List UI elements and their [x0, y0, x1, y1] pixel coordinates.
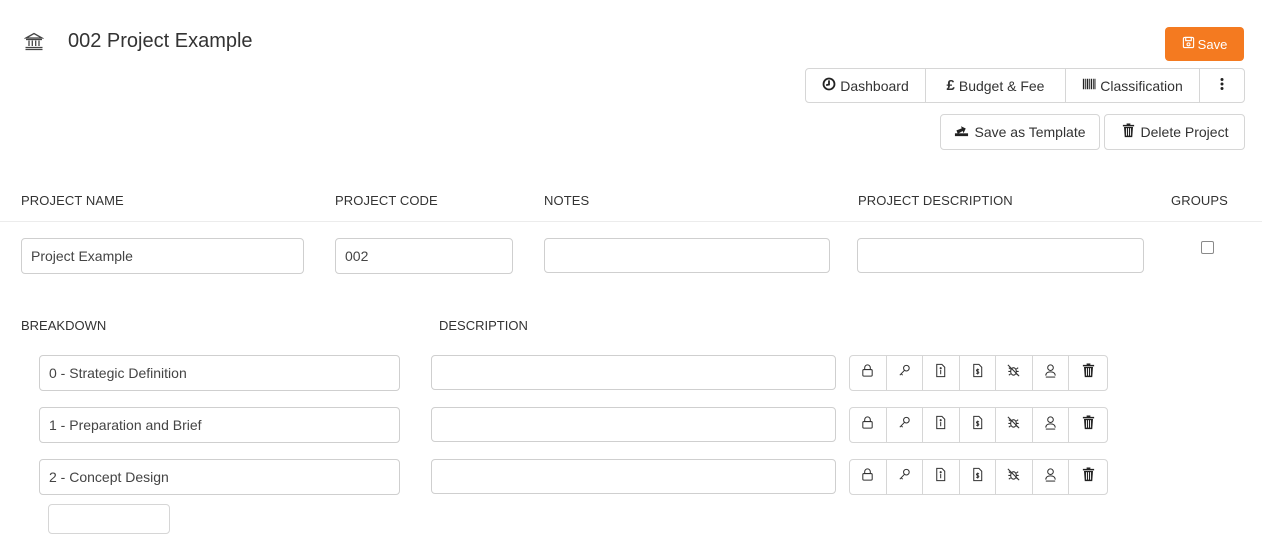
delete-project-button[interactable]: Delete Project	[1104, 114, 1245, 150]
lock-button[interactable]	[850, 356, 887, 390]
project-nav-toolbar: Dashboard £ Budget & Fee Classification	[805, 68, 1245, 103]
classification-label: Classification	[1100, 77, 1183, 94]
floppy-disk-icon	[1182, 36, 1195, 52]
breakdown-actions	[849, 355, 1108, 391]
template-export-icon	[954, 123, 969, 141]
assign-user-button[interactable]	[1033, 408, 1069, 442]
project-code-input[interactable]: 002	[335, 238, 513, 274]
user-icon	[1043, 415, 1058, 435]
disable-stage-button[interactable]	[996, 408, 1033, 442]
bug-off-icon	[1006, 467, 1021, 487]
key-icon	[897, 363, 912, 383]
breakdown-actions	[849, 459, 1108, 495]
breakdown-description-input[interactable]	[431, 407, 836, 442]
save-button-label: Save	[1197, 36, 1228, 52]
notes-header: NOTES	[544, 193, 590, 208]
key-icon	[897, 467, 912, 487]
add-stage-button[interactable]	[48, 504, 170, 534]
delete-project-label: Delete Project	[1140, 124, 1229, 140]
page-title: 002 Project Example	[68, 30, 253, 52]
stage-info-button[interactable]	[923, 460, 960, 494]
groups-header: GROUPS	[1171, 193, 1228, 208]
stage-info-button[interactable]	[923, 356, 960, 390]
file-currency-icon	[970, 363, 985, 383]
file-currency-icon	[970, 415, 985, 435]
permissions-button[interactable]	[887, 460, 923, 494]
project-description-header: PROJECT DESCRIPTION	[858, 193, 1013, 208]
more-options-button[interactable]	[1200, 69, 1244, 102]
key-icon	[897, 415, 912, 435]
stage-fees-button[interactable]	[960, 356, 996, 390]
breakdown-name-input[interactable]: 1 - Preparation and Brief	[39, 407, 400, 443]
dashboard-button[interactable]: Dashboard	[806, 69, 926, 102]
stage-fees-button[interactable]	[960, 460, 996, 494]
more-vertical-icon	[1215, 77, 1229, 94]
budget-fee-label: Budget & Fee	[958, 77, 1045, 94]
save-as-template-button[interactable]: Save as Template	[940, 114, 1100, 150]
project-name-input[interactable]: Project Example	[21, 238, 304, 274]
groups-checkbox[interactable]	[1201, 241, 1214, 254]
header-divider	[0, 221, 1262, 222]
notes-input[interactable]	[544, 238, 830, 273]
budget-fee-button[interactable]: £ Budget & Fee	[926, 69, 1066, 102]
breakdown-actions	[849, 407, 1108, 443]
project-description-input[interactable]	[857, 238, 1144, 273]
delete-stage-button[interactable]	[1069, 460, 1107, 494]
breakdown-description-input[interactable]	[431, 355, 836, 390]
lock-icon	[860, 415, 875, 435]
delete-stage-button[interactable]	[1069, 356, 1107, 390]
permissions-button[interactable]	[887, 408, 923, 442]
clock-gauge-icon	[822, 77, 836, 94]
project-name-header: PROJECT NAME	[21, 193, 124, 208]
lock-button[interactable]	[850, 408, 887, 442]
trash-icon	[1121, 123, 1136, 141]
trash-icon	[1081, 467, 1096, 487]
stage-fees-button[interactable]	[960, 408, 996, 442]
breakdown-name-input[interactable]: 2 - Concept Design	[39, 459, 400, 495]
lock-icon	[860, 467, 875, 487]
file-currency-icon	[970, 467, 985, 487]
trash-icon	[1081, 415, 1096, 435]
user-icon	[1043, 467, 1058, 487]
classification-button[interactable]: Classification	[1066, 69, 1200, 102]
description-header: DESCRIPTION	[439, 318, 528, 333]
dashboard-label: Dashboard	[840, 77, 909, 94]
trash-icon	[1081, 363, 1096, 383]
breakdown-name-input[interactable]: 0 - Strategic Definition	[39, 355, 400, 391]
lock-icon	[860, 363, 875, 383]
user-icon	[1043, 363, 1058, 383]
pound-sterling-icon: £	[946, 77, 955, 94]
assign-user-button[interactable]	[1033, 460, 1069, 494]
barcode-icon	[1082, 77, 1096, 94]
assign-user-button[interactable]	[1033, 356, 1069, 390]
bank-building-icon	[23, 31, 45, 51]
bug-off-icon	[1006, 415, 1021, 435]
bug-off-icon	[1006, 363, 1021, 383]
file-info-icon	[933, 415, 948, 435]
disable-stage-button[interactable]	[996, 460, 1033, 494]
permissions-button[interactable]	[887, 356, 923, 390]
stage-info-button[interactable]	[923, 408, 960, 442]
project-code-header: PROJECT CODE	[335, 193, 438, 208]
breakdown-description-input[interactable]	[431, 459, 836, 494]
breakdown-header: BREAKDOWN	[21, 318, 107, 333]
disable-stage-button[interactable]	[996, 356, 1033, 390]
save-as-template-label: Save as Template	[974, 124, 1086, 140]
save-button[interactable]: Save	[1165, 27, 1244, 61]
file-info-icon	[933, 467, 948, 487]
delete-stage-button[interactable]	[1069, 408, 1107, 442]
lock-button[interactable]	[850, 460, 887, 494]
file-info-icon	[933, 363, 948, 383]
